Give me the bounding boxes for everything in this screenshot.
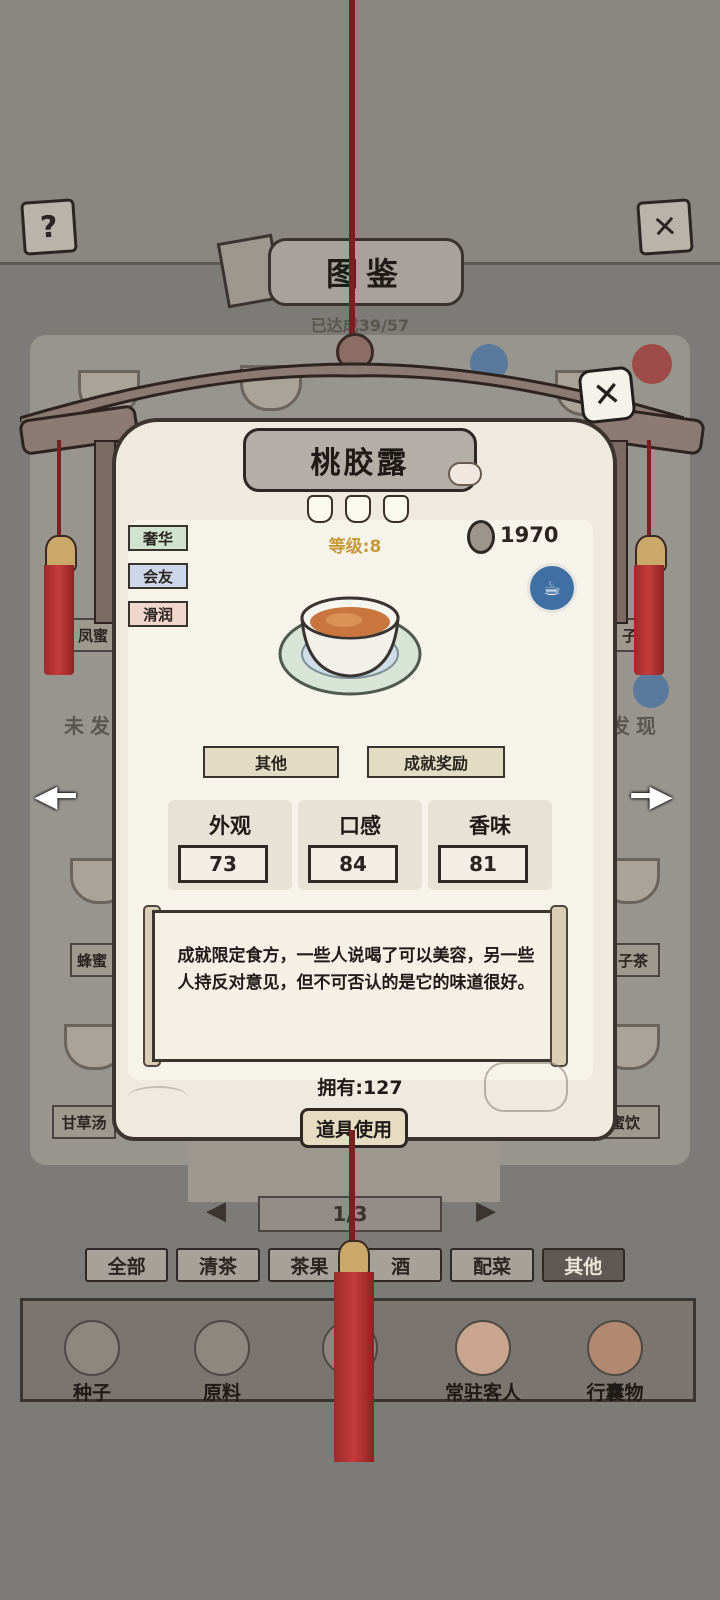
next-page-arrow-icon[interactable]: ▶ xyxy=(456,1196,516,1226)
prev-page-arrow-icon[interactable]: ◀ xyxy=(186,1196,246,1226)
left-tassel xyxy=(44,565,74,675)
tassel-cord xyxy=(57,440,61,540)
bottom-tassel-cord xyxy=(349,1130,355,1250)
category-button[interactable]: 其他 xyxy=(203,746,339,778)
next-item-arrow-icon[interactable]: ━▶ xyxy=(617,778,687,814)
trait-tag: 滑润 xyxy=(128,601,188,627)
trait-tag: 奢华 xyxy=(128,525,188,551)
top-bar xyxy=(0,0,720,265)
bottom-tassel xyxy=(334,1272,374,1462)
dish-label: 甘草汤 xyxy=(52,1105,116,1139)
coin-icon xyxy=(467,520,495,554)
stat-value: 81 xyxy=(438,845,528,883)
question-icon: ? xyxy=(39,208,59,246)
guest-badge-icon: ☕ xyxy=(527,563,577,613)
tab-other[interactable]: 其他 xyxy=(541,1248,625,1282)
background-close-button[interactable]: ✕ xyxy=(636,198,694,256)
stat-taste: 口感 84 xyxy=(298,800,422,890)
achievement-reward-button[interactable]: 成就奖励 xyxy=(367,746,505,778)
close-icon: ✕ xyxy=(651,208,679,246)
stat-value: 73 xyxy=(178,845,268,883)
trait-tag: 会友 xyxy=(128,563,188,589)
item-description: 成就限定食方，一些人说喝了可以美容，另一些人持反对意见，但不可否认的是它的味道很… xyxy=(177,946,535,993)
tab-all[interactable]: 全部 xyxy=(85,1248,169,1282)
badge-icon xyxy=(633,672,669,708)
page-title: 图鉴 xyxy=(268,238,464,306)
star-rating xyxy=(307,495,409,523)
teapot-icon xyxy=(484,1062,568,1112)
scroll-rod-right xyxy=(550,905,568,1067)
leaf-decoration-icon xyxy=(128,1086,188,1108)
stat-aroma: 香味 81 xyxy=(428,800,552,890)
dish-label: 蜂蜜 xyxy=(70,943,114,977)
item-level: 等级:8 xyxy=(328,537,382,557)
stat-value: 84 xyxy=(308,845,398,883)
item-name: 桃胶露 xyxy=(243,428,477,492)
seed-jar-icon xyxy=(64,1320,120,1376)
tab-side-dish[interactable]: 配菜 xyxy=(450,1248,534,1282)
nav-bag-items[interactable]: 行囊物 xyxy=(565,1320,665,1405)
prev-item-arrow-icon[interactable]: ◀━ xyxy=(20,778,90,814)
clothing-icon xyxy=(587,1320,643,1376)
leaf-icon xyxy=(194,1320,250,1376)
nav-ingredients[interactable]: 原料 xyxy=(172,1320,272,1405)
nav-seeds[interactable]: 种子 xyxy=(42,1320,142,1405)
tab-tea[interactable]: 清茶 xyxy=(176,1248,260,1282)
nav-regular-guests[interactable]: 常驻客人 xyxy=(433,1320,533,1405)
collection-progress: 已达成39/57 xyxy=(310,316,410,335)
stat-label: 口感 xyxy=(339,814,381,838)
owned-count: 拥有:127 xyxy=(317,1077,403,1099)
hanging-cord xyxy=(349,0,355,350)
lantern-star-icon xyxy=(307,495,333,523)
stat-appearance: 外观 73 xyxy=(168,800,292,890)
close-button[interactable]: ✕ xyxy=(577,365,637,425)
stat-label: 香味 xyxy=(469,814,511,838)
guest-portrait-icon xyxy=(455,1320,511,1376)
tassel-cord xyxy=(647,440,651,540)
right-tassel xyxy=(634,565,664,675)
close-icon: ✕ xyxy=(590,373,624,417)
lantern-star-icon xyxy=(383,495,409,523)
stat-label: 外观 xyxy=(209,814,251,838)
dish-image xyxy=(278,596,422,696)
lantern-star-icon xyxy=(345,495,371,523)
item-price: 1970 xyxy=(500,523,559,547)
undiscovered-label: 未发 xyxy=(64,714,116,738)
help-button[interactable]: ? xyxy=(20,198,78,256)
undiscovered-label: 发现 xyxy=(610,714,662,738)
cloud-icon xyxy=(448,462,482,486)
